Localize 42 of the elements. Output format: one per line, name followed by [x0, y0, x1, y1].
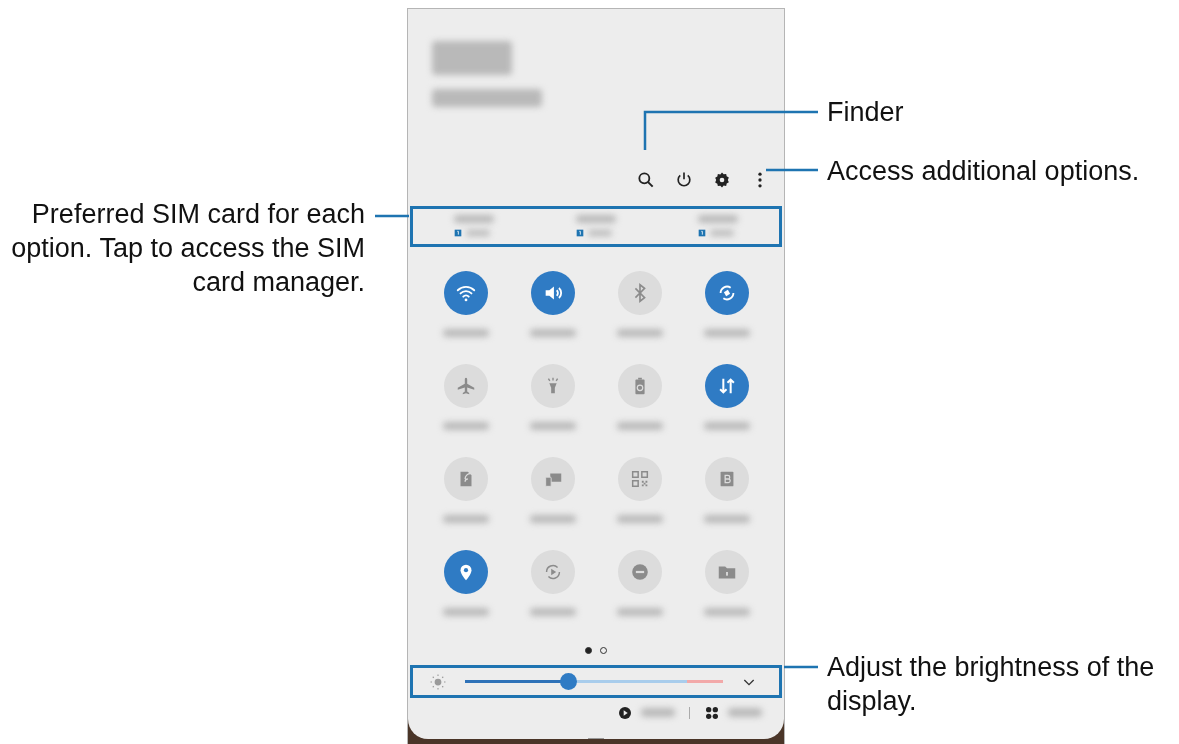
blurred-text-placeholder [588, 230, 612, 237]
leader-line [784, 665, 818, 669]
blurred-text-placeholder [703, 421, 750, 430]
leader-line [766, 168, 818, 172]
blurred-text-placeholder [641, 708, 675, 718]
sim-preferences-panel[interactable] [410, 206, 782, 247]
search-icon[interactable] [636, 169, 656, 190]
blurred-text-placeholder [728, 708, 762, 718]
leader-line [375, 214, 409, 218]
sim-icon [698, 229, 706, 238]
blurred-text-placeholder [466, 230, 490, 237]
blurred-text-placeholder [703, 514, 750, 523]
sim-icon [454, 229, 462, 238]
page-indicator-dot[interactable] [585, 646, 592, 654]
blurred-text-placeholder [710, 230, 734, 237]
blurred-text-placeholder [529, 328, 576, 337]
blurred-text-placeholder [442, 328, 489, 337]
blurred-text-placeholder [529, 514, 576, 523]
blurred-text-placeholder [698, 215, 738, 224]
callout-text: Access additional options. [827, 155, 1141, 188]
sim-icon [576, 229, 584, 238]
blurred-text-placeholder [442, 514, 489, 523]
blurred-text-placeholder [442, 607, 489, 616]
blurred-text-placeholder [616, 607, 663, 616]
blurred-text-placeholder [442, 421, 489, 430]
callout-text: Finder [827, 96, 905, 129]
blurred-text-placeholder [703, 607, 750, 616]
devices-icon[interactable] [704, 704, 720, 721]
blurred-text-placeholder [616, 514, 663, 523]
play-icon[interactable] [617, 704, 633, 721]
sun-icon [429, 672, 447, 691]
blurred-text-placeholder [454, 215, 494, 224]
brightness-slider[interactable] [465, 673, 723, 691]
blurred-text-placeholder [616, 328, 663, 337]
blurred-text-placeholder [703, 328, 750, 337]
blurred-text-placeholder [576, 215, 616, 224]
callout-text: Preferred SIM card for each option. Tap to access the SIM card manager. [10, 198, 365, 299]
slider-thumb[interactable] [560, 673, 578, 691]
blurred-text-placeholder [529, 607, 576, 616]
blurred-text-placeholder [616, 421, 663, 430]
callout-text: Adjust the brightness of the display. [827, 651, 1156, 718]
blurred-text-placeholder [529, 421, 576, 430]
